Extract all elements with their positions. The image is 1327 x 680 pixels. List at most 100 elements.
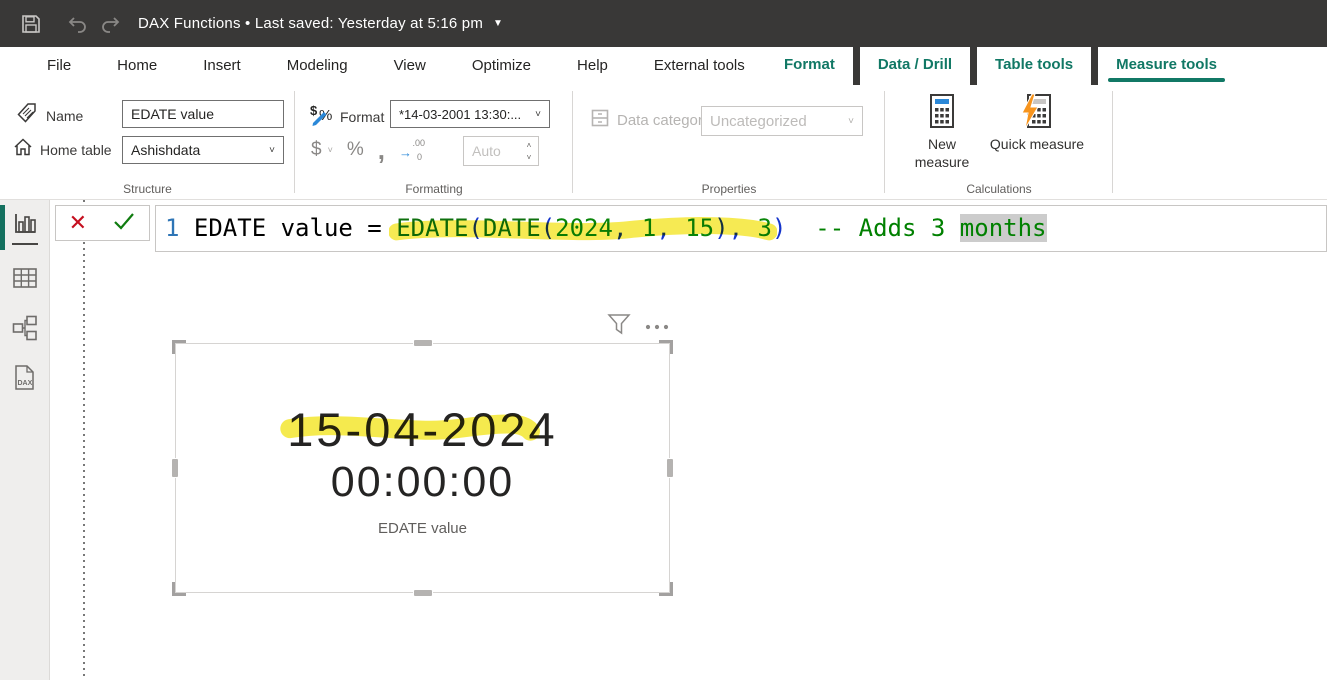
quick-measure-button[interactable]: Quick measure: [989, 91, 1085, 153]
code-token: [786, 214, 815, 242]
ribbon-group-structure: Name EDATE value Home table Ashishdata ˅…: [0, 85, 295, 199]
code-token: (: [468, 214, 482, 242]
tab-modeling[interactable]: Modeling: [264, 47, 371, 85]
card-visual[interactable]: 15-04-2024 00:00:00 EDATE value: [175, 343, 670, 593]
data-category-dropdown: Uncategorized ˅: [701, 106, 863, 136]
commit-formula-icon[interactable]: [112, 211, 136, 236]
format-label: Format: [340, 109, 384, 125]
new-measure-button[interactable]: New measure: [899, 91, 985, 171]
title-bar: DAX Functions • Last saved: Yesterday at…: [0, 0, 1327, 47]
resize-handle-left[interactable]: [171, 458, 179, 478]
spinner-up-icon[interactable]: ˄: [527, 141, 532, 150]
dax-formula-bar[interactable]: 1 EDATE value = EDATE(DATE(2024, 1, 15),…: [155, 205, 1327, 252]
canvas-guide-dotted-line: [83, 200, 85, 680]
bar-chart-icon: [12, 212, 38, 241]
code-token: 15: [685, 214, 714, 242]
format-currency-icon: $%: [310, 102, 336, 131]
more-options-icon[interactable]: [644, 318, 672, 336]
redo-icon[interactable]: [94, 9, 128, 39]
resize-handle-top-right[interactable]: [659, 340, 673, 354]
sidebar-item-report-view[interactable]: [0, 206, 50, 250]
currency-format-button[interactable]: $: [311, 139, 322, 161]
code-token: -- Adds 3: [815, 214, 960, 242]
view-sidebar: DAX: [0, 200, 50, 680]
code-token: ): [772, 214, 786, 242]
arrow-right-icon: →: [399, 145, 412, 160]
group-caption: Structure: [0, 182, 295, 196]
line-number: 1: [165, 214, 194, 242]
decimal-places-icon[interactable]: .00 → 0: [399, 138, 425, 162]
tab-data-drill[interactable]: Data / Drill: [860, 47, 970, 85]
group-caption: Formatting: [295, 182, 573, 196]
active-tab-underline: [1108, 78, 1225, 82]
thousands-separator-button[interactable]: ,: [378, 145, 385, 155]
document-title[interactable]: DAX Functions • Last saved: Yesterday at…: [138, 15, 483, 32]
code-token: =: [367, 214, 396, 242]
tab-external-tools[interactable]: External tools: [631, 47, 768, 85]
filter-icon[interactable]: [606, 313, 632, 340]
tag-icon: [16, 102, 38, 129]
ribbon-tab-row: FileHomeInsertModelingViewOptimizeHelpEx…: [0, 47, 1327, 85]
code-token: 2024: [555, 214, 613, 242]
code-token: ,: [729, 214, 758, 242]
resize-handle-top-left[interactable]: [172, 340, 186, 354]
decimal-places-spinner[interactable]: Auto ˄˅: [463, 136, 539, 166]
code-token: ,: [656, 214, 685, 242]
group-caption: Calculations: [885, 182, 1113, 196]
tab-view[interactable]: View: [371, 47, 449, 85]
tab-file[interactable]: File: [24, 47, 94, 85]
chevron-down-icon: ˅: [261, 145, 275, 156]
code-token: DATE: [483, 214, 541, 242]
data-category-icon: [591, 109, 609, 132]
sidebar-item-dax-query-view[interactable]: DAX: [0, 358, 50, 402]
resize-handle-right[interactable]: [666, 458, 674, 478]
code-token: 3: [757, 214, 771, 242]
tab-table-tools[interactable]: Table tools: [977, 47, 1091, 85]
group-caption: Properties: [573, 182, 885, 196]
card-time-value: 00:00:00: [331, 456, 514, 508]
resize-handle-bottom-right[interactable]: [659, 582, 673, 596]
tab-format[interactable]: Format: [766, 47, 853, 85]
dax-formula-line: 1 EDATE value = EDATE(DATE(2024, 1, 15),…: [156, 206, 1326, 251]
svg-text:$: $: [310, 103, 318, 118]
card-caption: EDATE value: [378, 520, 467, 537]
highlighted-code-segment: EDATE(DATE(2024, 1, 15), 3: [396, 206, 772, 251]
cancel-formula-icon[interactable]: ✕: [69, 212, 87, 234]
svg-text:DAX: DAX: [18, 380, 33, 387]
calculator-icon: [899, 91, 985, 131]
code-token: EDATE value: [194, 214, 367, 242]
calculator-lightning-icon: [989, 91, 1085, 131]
tab-help[interactable]: Help: [554, 47, 631, 85]
card-content: 15-04-2024 00:00:00 EDATE value: [176, 344, 669, 592]
tab-optimize[interactable]: Optimize: [449, 47, 554, 85]
ribbon-group-properties: Data category Uncategorized ˅ Properties: [573, 85, 885, 199]
code-token: 1: [642, 214, 656, 242]
format-dropdown[interactable]: *14-03-2001 13:30:... ˅: [390, 100, 550, 128]
caret-down-icon[interactable]: ▼: [493, 18, 503, 29]
percent-format-button[interactable]: %: [347, 139, 364, 161]
resize-handle-top[interactable]: [413, 339, 433, 347]
tab-measure-tools[interactable]: Measure tools: [1098, 47, 1235, 85]
code-token: EDATE: [396, 214, 468, 242]
home-table-dropdown[interactable]: Ashishdata ˅: [122, 136, 284, 164]
sidebar-item-table-view[interactable]: [0, 258, 50, 302]
undo-icon[interactable]: [60, 9, 94, 39]
home-icon: [12, 137, 34, 162]
ribbon-group-calculations: New measure Quick measure Calculations: [885, 85, 1113, 199]
tab-home[interactable]: Home: [94, 47, 180, 85]
ribbon-group-formatting: $% Format *14-03-2001 13:30:... ˅ $ ˅ % …: [295, 85, 573, 199]
sidebar-item-model-view[interactable]: [0, 308, 50, 352]
model-icon: [12, 315, 38, 346]
formula-commit-box: ✕: [55, 205, 150, 241]
data-category-label: Data category: [617, 112, 710, 129]
chevron-down-icon[interactable]: ˅: [328, 145, 333, 155]
code-token: months: [960, 214, 1047, 242]
code-token: ): [714, 214, 728, 242]
save-icon[interactable]: [14, 9, 48, 39]
resize-handle-bottom-left[interactable]: [172, 582, 186, 596]
measure-name-input[interactable]: EDATE value: [122, 100, 284, 128]
tab-insert[interactable]: Insert: [180, 47, 264, 85]
resize-handle-bottom[interactable]: [413, 589, 433, 597]
card-date-value: 15-04-2024: [287, 404, 557, 456]
spinner-down-icon[interactable]: ˅: [527, 153, 532, 162]
